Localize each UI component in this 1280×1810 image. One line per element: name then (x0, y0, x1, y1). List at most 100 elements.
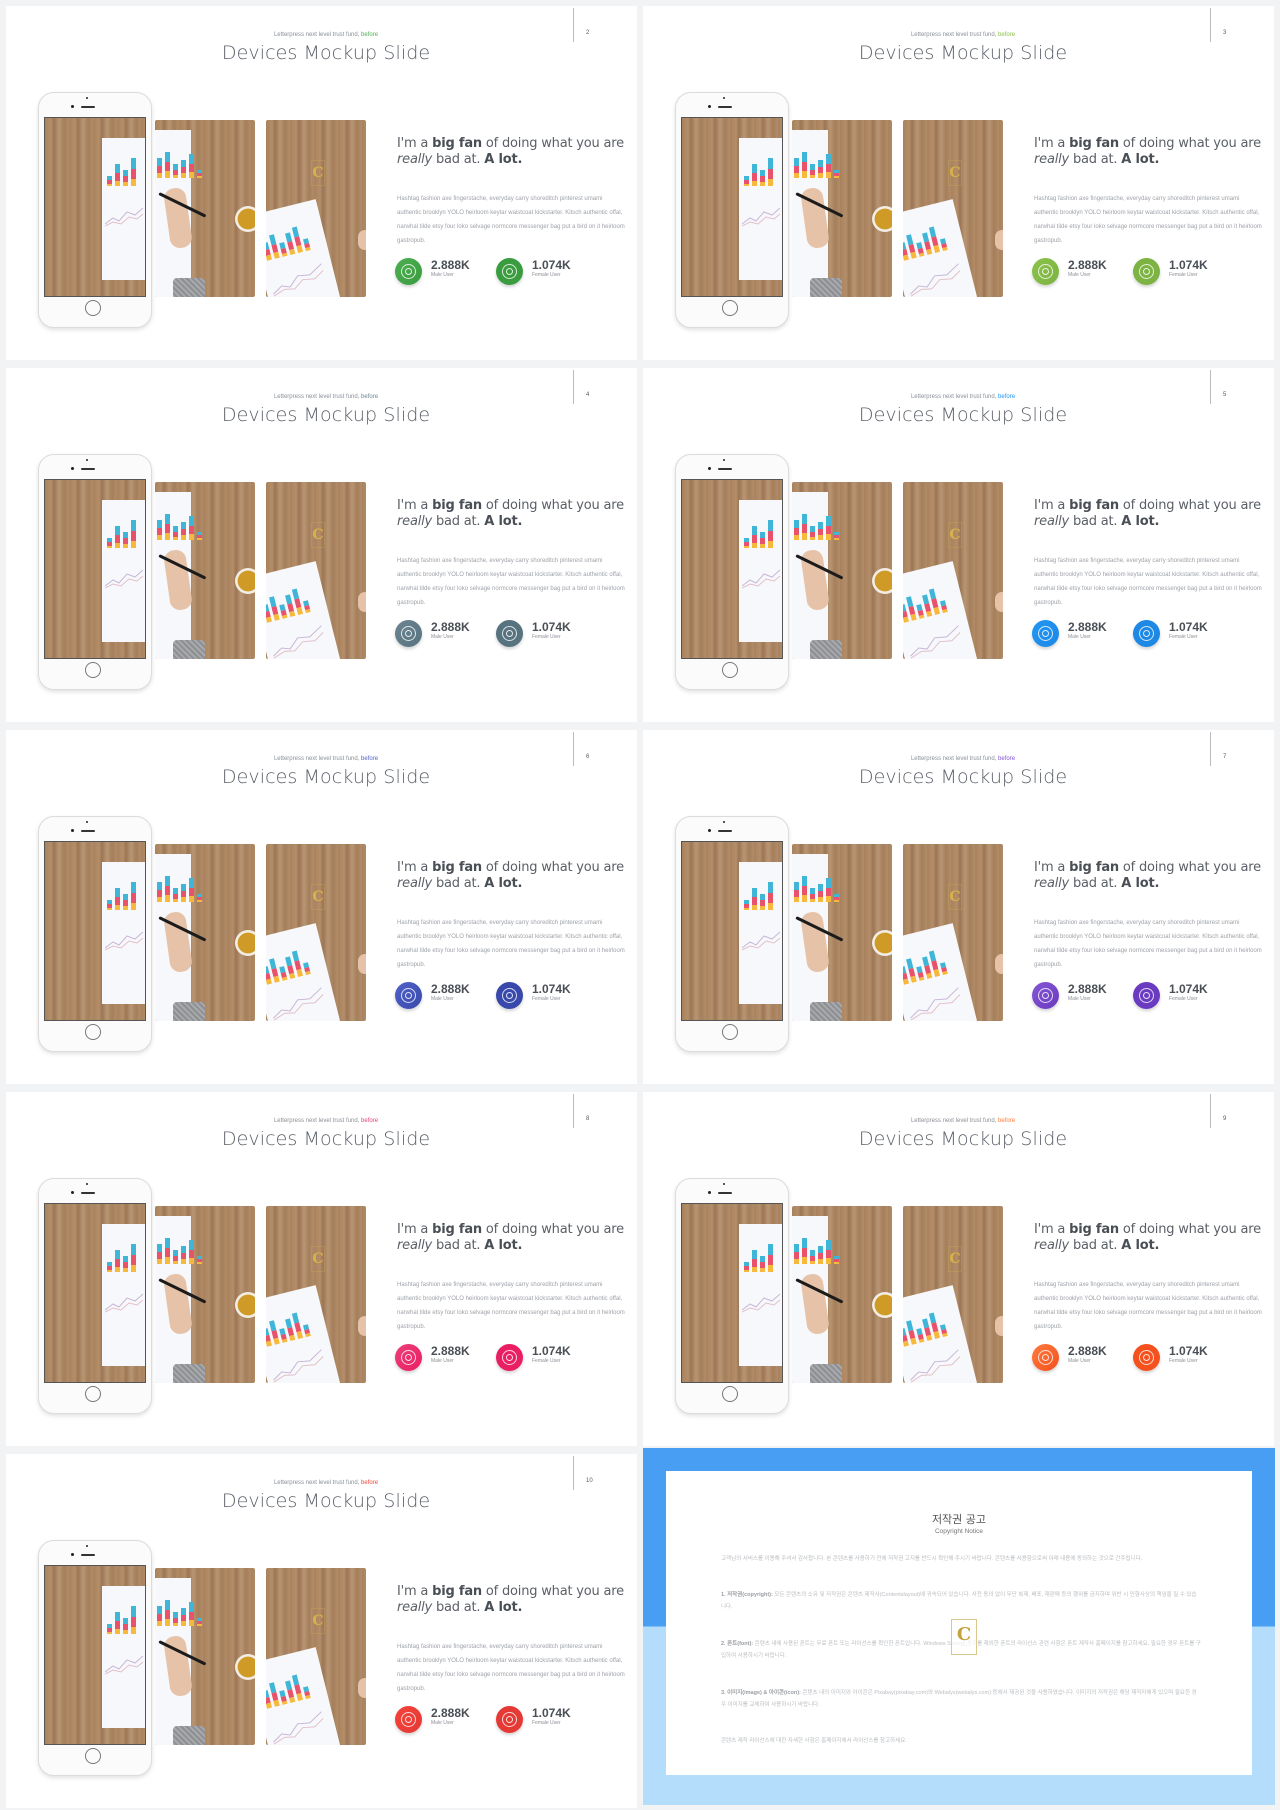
stat-male-user: 2.888K Male User (395, 1706, 470, 1733)
brand-logo-icon: C · · · (951, 1619, 977, 1655)
phone-screen-image (681, 117, 783, 297)
paper-bar (752, 1250, 757, 1272)
phone-camera-icon (708, 467, 711, 470)
watermark-logo-icon: C (311, 522, 325, 548)
phone-sensor-icon (723, 821, 725, 823)
page-divider (1210, 370, 1211, 404)
paper-bar-chart (107, 880, 136, 910)
stat-label: Female User (1169, 1358, 1198, 1364)
kicker-text: Letterpress next level trust fund, (910, 32, 997, 38)
photo-chart-paper: C (903, 1206, 1003, 1383)
photo-hand-writing (792, 120, 892, 297)
paper-bar-chart (794, 510, 839, 540)
devices-mockup-slide-8[interactable]: Letterpress next level trust fund, befor… (6, 1092, 637, 1446)
paper-bar (802, 876, 807, 902)
stat-label: Male User (431, 996, 454, 1002)
stat-value: 2.888K (431, 1344, 470, 1358)
phone-home-button-icon (85, 1024, 101, 1040)
stat-male-user: 2.888K Male User (1032, 620, 1107, 647)
paper-bar-chart (903, 945, 948, 985)
page-number: 2 (586, 30, 590, 36)
paper-bar (115, 888, 120, 910)
coffee-cup-image (235, 1654, 255, 1680)
report-paper (102, 1224, 145, 1366)
stat-label: Male User (1068, 996, 1091, 1002)
slide-body-text: Hashtag fashion axe fingerstache, everyd… (397, 196, 625, 244)
slide-title: Devices Mockup Slide (221, 766, 431, 788)
paper-line-chart (742, 569, 781, 589)
stat-value: 1.074K (532, 982, 571, 996)
slide-kicker: Letterpress next level trust fund, befor… (643, 756, 1274, 762)
paper-bar (173, 526, 178, 540)
paper-bar (165, 876, 170, 902)
report-paper (266, 199, 343, 297)
watermark-logo-icon: C (311, 160, 325, 186)
devices-mockup-slide-10[interactable]: Letterpress next level trust fund, befor… (6, 1454, 637, 1808)
report-paper (739, 1224, 782, 1366)
sleeve-image (173, 1364, 205, 1383)
sleeve-image (810, 1002, 842, 1021)
stat-value: 2.888K (431, 982, 470, 996)
phone-camera-icon (71, 105, 74, 108)
kicker-text: Letterpress next level trust fund, (910, 394, 997, 400)
phone-sensor-icon (86, 821, 88, 823)
devices-mockup-slide-6[interactable]: Letterpress next level trust fund, befor… (6, 730, 637, 1084)
paper-bar (760, 1256, 765, 1272)
paper-bar (123, 170, 128, 186)
paper-bar (916, 1328, 925, 1343)
paper-bar (940, 1324, 948, 1338)
section-label: 1. 저작권(copyright): (721, 1592, 773, 1598)
paper-bar (768, 520, 773, 548)
paper-bar (744, 176, 749, 186)
page-divider (1210, 8, 1211, 42)
slide-title: Devices Mockup Slide (221, 1128, 431, 1150)
paper-bar (752, 888, 757, 910)
stat-value: 1.074K (532, 258, 571, 272)
male-user-icon (1032, 982, 1059, 1009)
paper-bar (802, 152, 807, 178)
report-paper (903, 199, 980, 297)
stat-label: Female User (532, 272, 561, 278)
devices-mockup-slide-4[interactable]: Letterpress next level trust fund, befor… (6, 368, 637, 722)
stat-male-user: 2.888K Male User (1032, 982, 1107, 1009)
kicker-text: Letterpress next level trust fund, (273, 756, 360, 762)
paper-bar (768, 882, 773, 910)
watermark-logo-icon: C (311, 1608, 325, 1634)
report-paper (266, 561, 343, 659)
phone-sensor-icon (86, 97, 88, 99)
paper-bar-chart (903, 583, 948, 623)
kicker-text: Letterpress next level trust fund, (910, 1118, 997, 1124)
photo-hand-writing (155, 482, 255, 659)
kicker-accent: before (998, 1118, 1016, 1124)
phone-home-button-icon (85, 662, 101, 678)
paper-line-chart (910, 987, 961, 1021)
phone-screen-image (681, 841, 783, 1021)
section-text: 모든 콘텐츠의 소유 및 저작권은 콘텐츠 제작사(Contentslayout… (721, 1592, 1197, 1610)
devices-mockup-slide-3[interactable]: Letterpress next level trust fund, befor… (643, 6, 1274, 360)
paper-bar (173, 888, 178, 902)
paper-bar (115, 164, 120, 186)
stat-label: Male User (431, 634, 454, 640)
watermark-logo-icon: C (311, 1246, 325, 1272)
photo-chart-paper: C (266, 1206, 366, 1383)
male-user-icon (395, 1706, 422, 1733)
devices-mockup-slide-2[interactable]: Letterpress next level trust fund, befor… (6, 6, 637, 360)
devices-mockup-slide-5[interactable]: Letterpress next level trust fund, befor… (643, 368, 1274, 722)
phone-speaker-icon (81, 1554, 95, 1556)
male-user-icon (1032, 258, 1059, 285)
devices-mockup-slide-7[interactable]: Letterpress next level trust fund, befor… (643, 730, 1274, 1084)
copyright-slide[interactable]: 저작권 공고 Copyright Notice 고객님의 서비스를 이용해 주셔… (643, 1448, 1275, 1805)
phone-sensor-icon (86, 1545, 88, 1547)
female-user-icon (496, 620, 523, 647)
photo-chart-paper: C (266, 844, 366, 1021)
sleeve-image (173, 1726, 205, 1745)
paper-line-chart (105, 1293, 144, 1313)
devices-mockup-slide-9[interactable]: Letterpress next level trust fund, befor… (643, 1092, 1274, 1446)
report-paper (903, 561, 980, 659)
kicker-accent: before (361, 394, 379, 400)
hand-image (995, 1316, 1003, 1336)
paper-bar-chart (157, 1596, 202, 1626)
phone-home-button-icon (722, 662, 738, 678)
paper-bar (303, 1324, 311, 1338)
slide-title: Devices Mockup Slide (858, 766, 1068, 788)
